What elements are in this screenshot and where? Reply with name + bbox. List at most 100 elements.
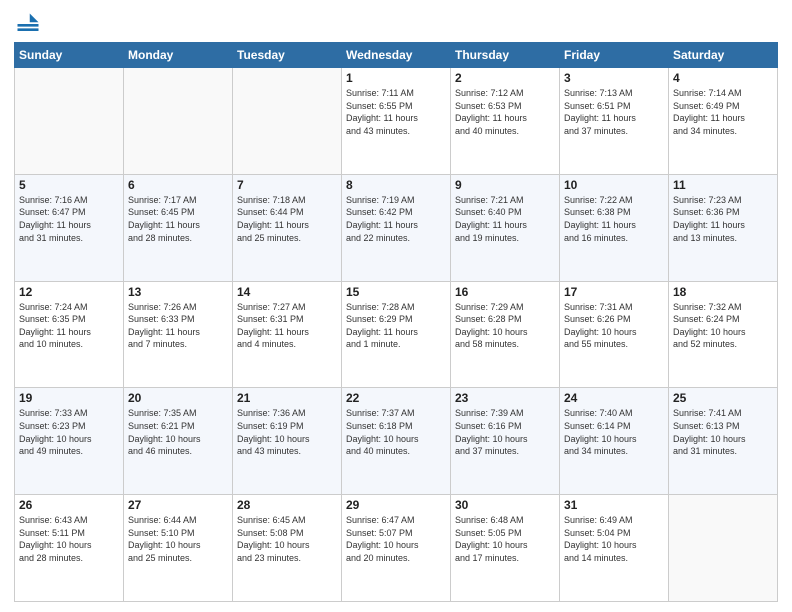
calendar-week-4: 19 Sunrise: 7:33 AM Sunset: 6:23 PM Dayli… xyxy=(15,388,778,495)
day-info: Sunrise: 7:39 AM Sunset: 6:16 PM Dayligh… xyxy=(455,407,555,457)
day-info: Sunrise: 7:17 AM Sunset: 6:45 PM Dayligh… xyxy=(128,194,228,244)
calendar-cell: 28 Sunrise: 6:45 AM Sunset: 5:08 PM Dayli… xyxy=(233,495,342,602)
weekday-header-friday: Friday xyxy=(560,43,669,68)
calendar-cell: 3 Sunrise: 7:13 AM Sunset: 6:51 PM Daylig… xyxy=(560,68,669,175)
day-number: 12 xyxy=(19,285,119,299)
calendar-cell: 8 Sunrise: 7:19 AM Sunset: 6:42 PM Daylig… xyxy=(342,174,451,281)
day-number: 31 xyxy=(564,498,664,512)
weekday-header-monday: Monday xyxy=(124,43,233,68)
calendar-cell: 13 Sunrise: 7:26 AM Sunset: 6:33 PM Dayli… xyxy=(124,281,233,388)
day-number: 11 xyxy=(673,178,773,192)
calendar-cell: 27 Sunrise: 6:44 AM Sunset: 5:10 PM Dayli… xyxy=(124,495,233,602)
day-info: Sunrise: 6:43 AM Sunset: 5:11 PM Dayligh… xyxy=(19,514,119,564)
day-info: Sunrise: 7:11 AM Sunset: 6:55 PM Dayligh… xyxy=(346,87,446,137)
day-info: Sunrise: 7:36 AM Sunset: 6:19 PM Dayligh… xyxy=(237,407,337,457)
calendar-cell xyxy=(233,68,342,175)
calendar-cell: 23 Sunrise: 7:39 AM Sunset: 6:16 PM Dayli… xyxy=(451,388,560,495)
day-info: Sunrise: 7:18 AM Sunset: 6:44 PM Dayligh… xyxy=(237,194,337,244)
day-number: 17 xyxy=(564,285,664,299)
calendar-cell: 9 Sunrise: 7:21 AM Sunset: 6:40 PM Daylig… xyxy=(451,174,560,281)
day-number: 7 xyxy=(237,178,337,192)
day-number: 24 xyxy=(564,391,664,405)
day-number: 29 xyxy=(346,498,446,512)
logo xyxy=(14,10,44,38)
day-info: Sunrise: 7:32 AM Sunset: 6:24 PM Dayligh… xyxy=(673,301,773,351)
day-number: 19 xyxy=(19,391,119,405)
day-number: 16 xyxy=(455,285,555,299)
day-info: Sunrise: 6:45 AM Sunset: 5:08 PM Dayligh… xyxy=(237,514,337,564)
day-number: 2 xyxy=(455,71,555,85)
day-info: Sunrise: 6:48 AM Sunset: 5:05 PM Dayligh… xyxy=(455,514,555,564)
day-number: 28 xyxy=(237,498,337,512)
day-info: Sunrise: 7:13 AM Sunset: 6:51 PM Dayligh… xyxy=(564,87,664,137)
weekday-header-tuesday: Tuesday xyxy=(233,43,342,68)
day-info: Sunrise: 7:22 AM Sunset: 6:38 PM Dayligh… xyxy=(564,194,664,244)
calendar-cell: 21Sunrise: 7:36 AM Sunset: 6:19 PM Dayli… xyxy=(233,388,342,495)
day-info: Sunrise: 6:49 AM Sunset: 5:04 PM Dayligh… xyxy=(564,514,664,564)
calendar-cell: 18 Sunrise: 7:32 AM Sunset: 6:24 PM Dayli… xyxy=(669,281,778,388)
calendar-cell: 4 Sunrise: 7:14 AM Sunset: 6:49 PM Daylig… xyxy=(669,68,778,175)
day-number: 1 xyxy=(346,71,446,85)
day-info: Sunrise: 7:28 AM Sunset: 6:29 PM Dayligh… xyxy=(346,301,446,351)
day-info: Sunrise: 7:24 AM Sunset: 6:35 PM Dayligh… xyxy=(19,301,119,351)
day-number: 8 xyxy=(346,178,446,192)
calendar-cell: 24Sunrise: 7:40 AM Sunset: 6:14 PM Dayli… xyxy=(560,388,669,495)
calendar-cell: 29 Sunrise: 6:47 AM Sunset: 5:07 PM Dayli… xyxy=(342,495,451,602)
calendar-cell: 1 Sunrise: 7:11 AM Sunset: 6:55 PM Daylig… xyxy=(342,68,451,175)
day-number: 22 xyxy=(346,391,446,405)
day-number: 3 xyxy=(564,71,664,85)
day-info: Sunrise: 7:16 AM Sunset: 6:47 PM Dayligh… xyxy=(19,194,119,244)
calendar-cell: 15Sunrise: 7:28 AM Sunset: 6:29 PM Dayli… xyxy=(342,281,451,388)
day-info: Sunrise: 7:31 AM Sunset: 6:26 PM Dayligh… xyxy=(564,301,664,351)
day-info: Sunrise: 6:47 AM Sunset: 5:07 PM Dayligh… xyxy=(346,514,446,564)
weekday-header-thursday: Thursday xyxy=(451,43,560,68)
day-info: Sunrise: 7:35 AM Sunset: 6:21 PM Dayligh… xyxy=(128,407,228,457)
calendar-cell: 10 Sunrise: 7:22 AM Sunset: 6:38 PM Dayli… xyxy=(560,174,669,281)
calendar-week-3: 12 Sunrise: 7:24 AM Sunset: 6:35 PM Dayli… xyxy=(15,281,778,388)
day-number: 27 xyxy=(128,498,228,512)
weekday-header-saturday: Saturday xyxy=(669,43,778,68)
header xyxy=(14,10,778,38)
day-number: 30 xyxy=(455,498,555,512)
day-number: 20 xyxy=(128,391,228,405)
calendar-week-5: 26 Sunrise: 6:43 AM Sunset: 5:11 PM Dayli… xyxy=(15,495,778,602)
day-info: Sunrise: 7:19 AM Sunset: 6:42 PM Dayligh… xyxy=(346,194,446,244)
day-number: 13 xyxy=(128,285,228,299)
calendar-header: SundayMondayTuesdayWednesdayThursdayFrid… xyxy=(15,43,778,68)
day-number: 9 xyxy=(455,178,555,192)
day-number: 5 xyxy=(19,178,119,192)
day-info: Sunrise: 7:41 AM Sunset: 6:13 PM Dayligh… xyxy=(673,407,773,457)
day-number: 26 xyxy=(19,498,119,512)
day-number: 10 xyxy=(564,178,664,192)
calendar-cell: 19 Sunrise: 7:33 AM Sunset: 6:23 PM Dayli… xyxy=(15,388,124,495)
calendar-cell: 2Sunrise: 7:12 AM Sunset: 6:53 PM Daylig… xyxy=(451,68,560,175)
calendar-cell: 17 Sunrise: 7:31 AM Sunset: 6:26 PM Dayli… xyxy=(560,281,669,388)
calendar-cell xyxy=(15,68,124,175)
day-info: Sunrise: 6:44 AM Sunset: 5:10 PM Dayligh… xyxy=(128,514,228,564)
calendar-cell: 7 Sunrise: 7:18 AM Sunset: 6:44 PM Daylig… xyxy=(233,174,342,281)
day-info: Sunrise: 7:26 AM Sunset: 6:33 PM Dayligh… xyxy=(128,301,228,351)
day-info: Sunrise: 7:14 AM Sunset: 6:49 PM Dayligh… xyxy=(673,87,773,137)
calendar-week-1: 1 Sunrise: 7:11 AM Sunset: 6:55 PM Daylig… xyxy=(15,68,778,175)
day-info: Sunrise: 7:27 AM Sunset: 6:31 PM Dayligh… xyxy=(237,301,337,351)
calendar-cell: 30 Sunrise: 6:48 AM Sunset: 5:05 PM Dayli… xyxy=(451,495,560,602)
calendar-table: SundayMondayTuesdayWednesdayThursdayFrid… xyxy=(14,42,778,602)
day-number: 4 xyxy=(673,71,773,85)
day-number: 23 xyxy=(455,391,555,405)
day-number: 18 xyxy=(673,285,773,299)
day-info: Sunrise: 7:23 AM Sunset: 6:36 PM Dayligh… xyxy=(673,194,773,244)
day-info: Sunrise: 7:29 AM Sunset: 6:28 PM Dayligh… xyxy=(455,301,555,351)
day-info: Sunrise: 7:21 AM Sunset: 6:40 PM Dayligh… xyxy=(455,194,555,244)
page: SundayMondayTuesdayWednesdayThursdayFrid… xyxy=(0,0,792,612)
calendar-cell: 12 Sunrise: 7:24 AM Sunset: 6:35 PM Dayli… xyxy=(15,281,124,388)
weekday-header-sunday: Sunday xyxy=(15,43,124,68)
calendar-cell: 16 Sunrise: 7:29 AM Sunset: 6:28 PM Dayli… xyxy=(451,281,560,388)
calendar-cell xyxy=(124,68,233,175)
calendar-cell: 31 Sunrise: 6:49 AM Sunset: 5:04 PM Dayli… xyxy=(560,495,669,602)
day-info: Sunrise: 7:37 AM Sunset: 6:18 PM Dayligh… xyxy=(346,407,446,457)
calendar-cell: 26 Sunrise: 6:43 AM Sunset: 5:11 PM Dayli… xyxy=(15,495,124,602)
day-info: Sunrise: 7:33 AM Sunset: 6:23 PM Dayligh… xyxy=(19,407,119,457)
weekday-header-wednesday: Wednesday xyxy=(342,43,451,68)
calendar-body: 1 Sunrise: 7:11 AM Sunset: 6:55 PM Daylig… xyxy=(15,68,778,602)
day-number: 14 xyxy=(237,285,337,299)
